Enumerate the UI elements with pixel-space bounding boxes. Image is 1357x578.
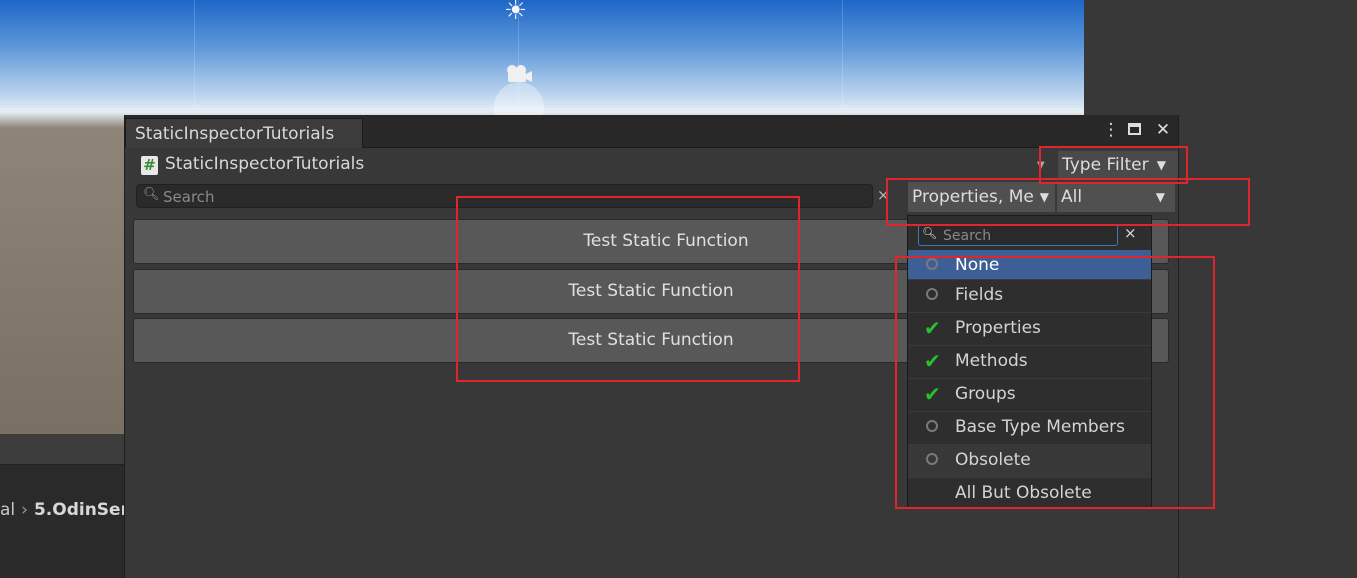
type-filter-dropdown[interactable]: Type Filter ▼ <box>1058 151 1178 179</box>
member-filter-popup: 🔍︎ × None Fields ✔ Properties ✔ Methods … <box>907 215 1152 508</box>
clear-search-icon[interactable]: × <box>1124 224 1137 242</box>
grid-line <box>842 0 843 120</box>
filter-option-obsolete[interactable]: Obsolete <box>908 445 1151 478</box>
radio-circle-icon <box>924 412 940 443</box>
grid-line <box>194 0 195 120</box>
maximize-icon <box>1128 123 1141 135</box>
filter-option-list: None Fields ✔ Properties ✔ Methods ✔ Gro… <box>908 250 1151 507</box>
option-label: Groups <box>955 384 1016 404</box>
breadcrumb: al › 5.OdinSer <box>0 500 129 520</box>
window-controls: ⋮ ✕ <box>1102 120 1172 140</box>
search-field[interactable]: 🔍︎ <box>136 184 873 208</box>
header-row: # StaticInspectorTutorials ▼ Type Filter… <box>125 149 1178 181</box>
option-label: None <box>955 255 1000 275</box>
search-icon: 🔍︎ <box>922 226 938 240</box>
option-label: Obsolete <box>955 450 1031 470</box>
member-filter-value: Properties, Me <box>912 187 1034 207</box>
popup-search-input[interactable] <box>941 226 1115 246</box>
breadcrumb-current[interactable]: 5.OdinSer <box>34 500 129 520</box>
maximize-button[interactable] <box>1128 120 1146 140</box>
access-filter-dropdown[interactable]: All ▼ <box>1057 182 1175 212</box>
window-tab[interactable]: StaticInspectorTutorials <box>125 118 363 148</box>
chevron-down-icon: ▼ <box>1156 158 1166 172</box>
search-row: 🔍︎ × Properties, Me ▼ All ▼ <box>125 182 1178 212</box>
type-filter-label: Type Filter <box>1062 155 1149 175</box>
close-icon[interactable]: ✕ <box>1154 120 1172 140</box>
button-label: Test Static Function <box>583 231 749 251</box>
filter-option-groups[interactable]: ✔ Groups <box>908 379 1151 412</box>
filter-option-base-type-members[interactable]: Base Type Members <box>908 412 1151 445</box>
project-toolbar <box>0 434 126 465</box>
access-filter-value: All <box>1061 187 1083 207</box>
filter-option-methods[interactable]: ✔ Methods <box>908 346 1151 379</box>
member-filter-dropdown[interactable]: Properties, Me ▼ <box>908 182 1055 212</box>
chevron-down-icon: ▼ <box>1037 182 1049 212</box>
search-icon: 🔍︎ <box>143 187 160 202</box>
chevron-right-icon: › <box>21 500 28 520</box>
option-label: Fields <box>955 285 1004 305</box>
filter-option-none[interactable]: None <box>908 250 1151 280</box>
option-label: Base Type Members <box>955 417 1126 437</box>
option-label: All But Obsolete <box>955 483 1092 503</box>
radio-circle-icon <box>924 445 940 476</box>
filter-option-fields[interactable]: Fields <box>908 280 1151 313</box>
breadcrumb-item[interactable]: al <box>0 500 15 520</box>
camera-icon[interactable] <box>503 62 533 86</box>
clear-search-icon[interactable]: × <box>877 186 890 204</box>
search-input[interactable] <box>161 187 865 207</box>
button-label: Test Static Function <box>568 330 734 350</box>
checkmark-icon: ✔ <box>924 316 941 340</box>
filter-option-all-but-obsolete[interactable]: All But Obsolete <box>908 478 1151 507</box>
option-label: Methods <box>955 351 1028 371</box>
window-tab-bar: StaticInspectorTutorials ⋮ ✕ <box>125 115 1178 148</box>
popup-search-field[interactable]: 🔍︎ <box>918 224 1118 246</box>
dropdown-arrow-icon[interactable]: ▼ <box>1037 160 1045 171</box>
radio-circle-icon <box>924 250 940 280</box>
more-options-icon[interactable]: ⋮ <box>1102 120 1120 140</box>
directional-light-icon[interactable]: ☀ <box>504 0 527 24</box>
chevron-down-icon: ▼ <box>1155 190 1165 204</box>
script-icon: # <box>141 156 158 175</box>
button-label: Test Static Function <box>568 281 734 301</box>
option-label: Properties <box>955 318 1041 338</box>
filter-option-properties[interactable]: ✔ Properties <box>908 313 1151 346</box>
radio-circle-icon <box>924 280 940 311</box>
checkmark-icon: ✔ <box>924 382 941 406</box>
checkmark-icon: ✔ <box>924 349 941 373</box>
header-title: StaticInspectorTutorials <box>165 154 365 174</box>
